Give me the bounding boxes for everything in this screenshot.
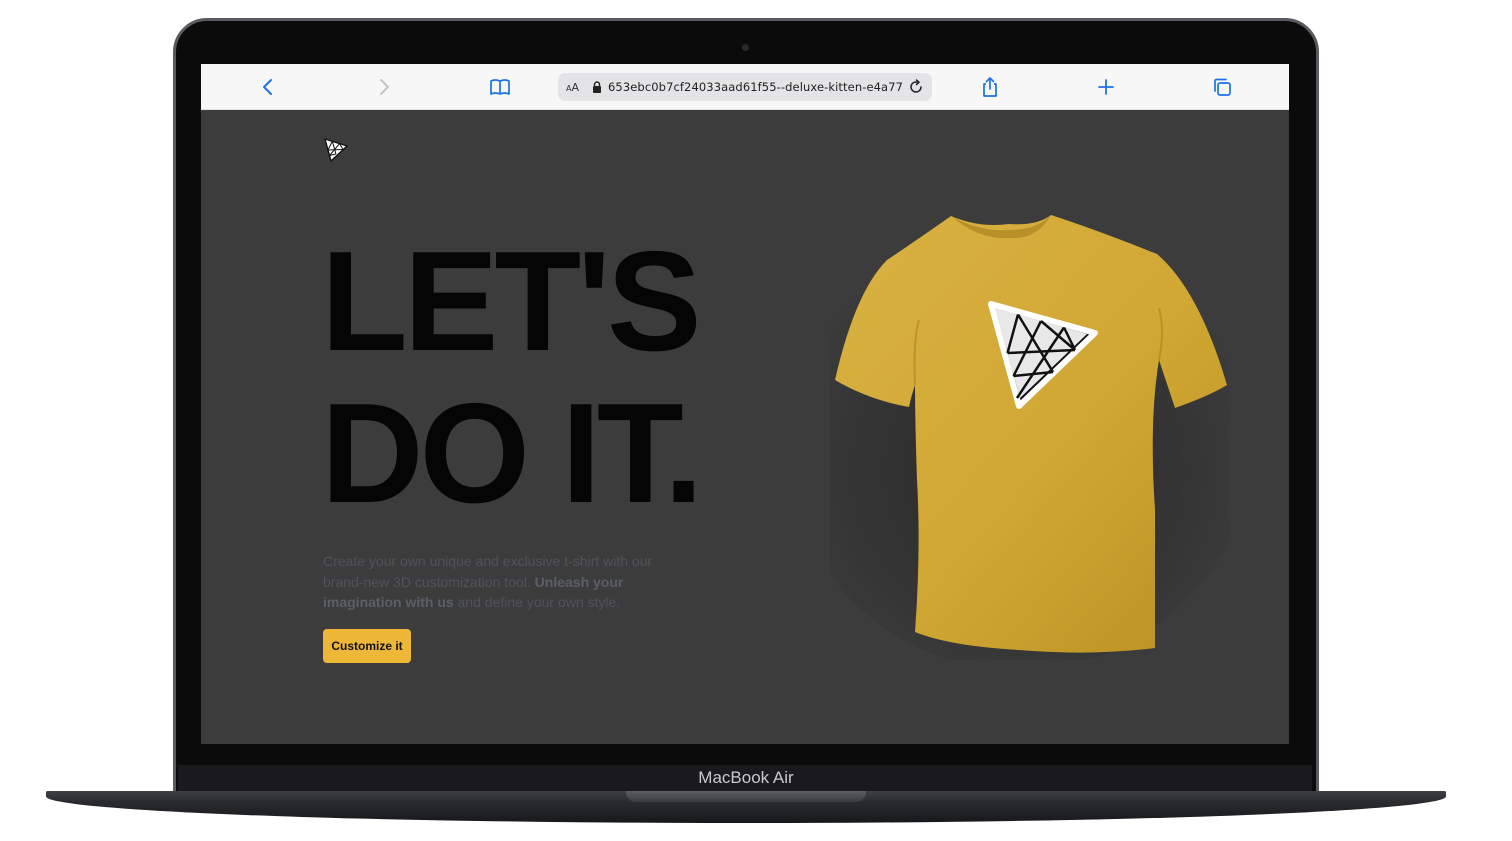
url-text: 653ebc0b7cf24033aad61f55--deluxe-kitten-… <box>608 80 904 94</box>
intro-text-2: and define your own style. <box>453 594 621 610</box>
hero-description: Create your own unique and exclusive t-s… <box>323 551 683 613</box>
laptop-notch <box>626 791 866 802</box>
logo-icon[interactable] <box>323 137 349 163</box>
browser-toolbar: AA 653ebc0b7cf24033aad61f55--deluxe-kitt… <box>201 64 1289 110</box>
tabs-icon[interactable] <box>1211 76 1233 98</box>
reload-icon[interactable] <box>908 79 924 95</box>
tshirt-image[interactable] <box>829 210 1229 660</box>
reader-button[interactable]: AA <box>566 81 590 94</box>
lock-icon <box>593 81 601 93</box>
headline-line-1: LET'S <box>321 222 702 381</box>
device-label: MacBook Air <box>698 768 794 787</box>
back-icon[interactable] <box>257 76 279 98</box>
new-tab-icon[interactable] <box>1095 76 1117 98</box>
browser-screen: AA 653ebc0b7cf24033aad61f55--deluxe-kitt… <box>201 64 1289 744</box>
bookmarks-icon[interactable] <box>489 76 511 98</box>
address-bar[interactable]: AA 653ebc0b7cf24033aad61f55--deluxe-kitt… <box>558 73 932 101</box>
customize-button[interactable]: Customize it <box>323 629 411 663</box>
headline-line-2: DO IT. <box>321 374 703 533</box>
camera <box>742 44 749 51</box>
hero-headline: LET'S DO IT. <box>321 226 801 530</box>
forward-icon[interactable] <box>373 76 395 98</box>
share-icon[interactable] <box>979 76 1001 98</box>
